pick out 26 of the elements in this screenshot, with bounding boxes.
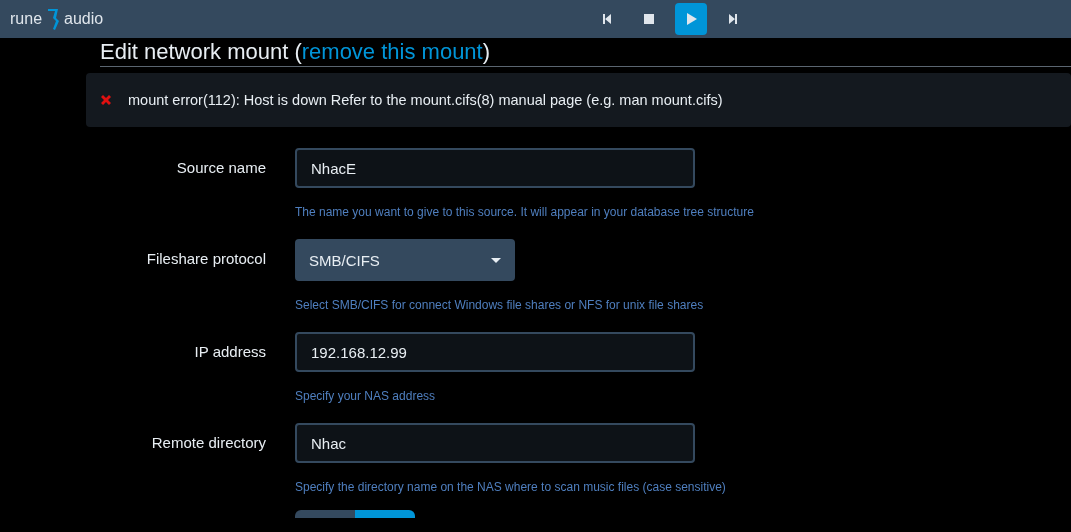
next-icon (727, 13, 740, 25)
help-text: The name you want to give to this source. It will appear in your database tree structure (295, 205, 754, 219)
logo-text: rune (10, 10, 43, 28)
page-heading: Edit network mount (remove this mount) (100, 39, 1071, 67)
field-label: Remote directory (151, 434, 266, 451)
logo-icon (46, 7, 61, 31)
input-field[interactable]: 192.168.12.99 (295, 332, 695, 372)
play-button[interactable] (675, 3, 708, 35)
toggle-switch[interactable] (295, 510, 415, 518)
protocol-select[interactable]: SMB/CIFS (295, 239, 515, 281)
previous-icon (601, 13, 614, 25)
help-text: Select SMB/CIFS for connect Windows file shares or NFS for unix file shares (295, 298, 704, 312)
error-icon (100, 94, 112, 106)
stop-icon (643, 13, 656, 25)
field-label: Source name (176, 159, 266, 176)
input-field[interactable]: NhacE (295, 148, 695, 188)
field-label: Fileshare protocol (146, 250, 266, 267)
error-message: mount error(112): Host is down Refer to the mount.cifs(8) manual page (e.g. man mount.cifs) (128, 92, 723, 108)
help-text: Specify the directory name on the NAS where to scan music files (case sensitive) (295, 480, 726, 494)
logo-text: audio (64, 10, 104, 28)
caret-icon (491, 257, 501, 263)
help-text: Specify your NAS address (295, 389, 436, 403)
field-label: IP address (194, 343, 266, 360)
play-icon (685, 13, 698, 25)
remove-link[interactable]: remove this mount (301, 39, 483, 64)
input-field[interactable]: Nhac (295, 423, 695, 463)
